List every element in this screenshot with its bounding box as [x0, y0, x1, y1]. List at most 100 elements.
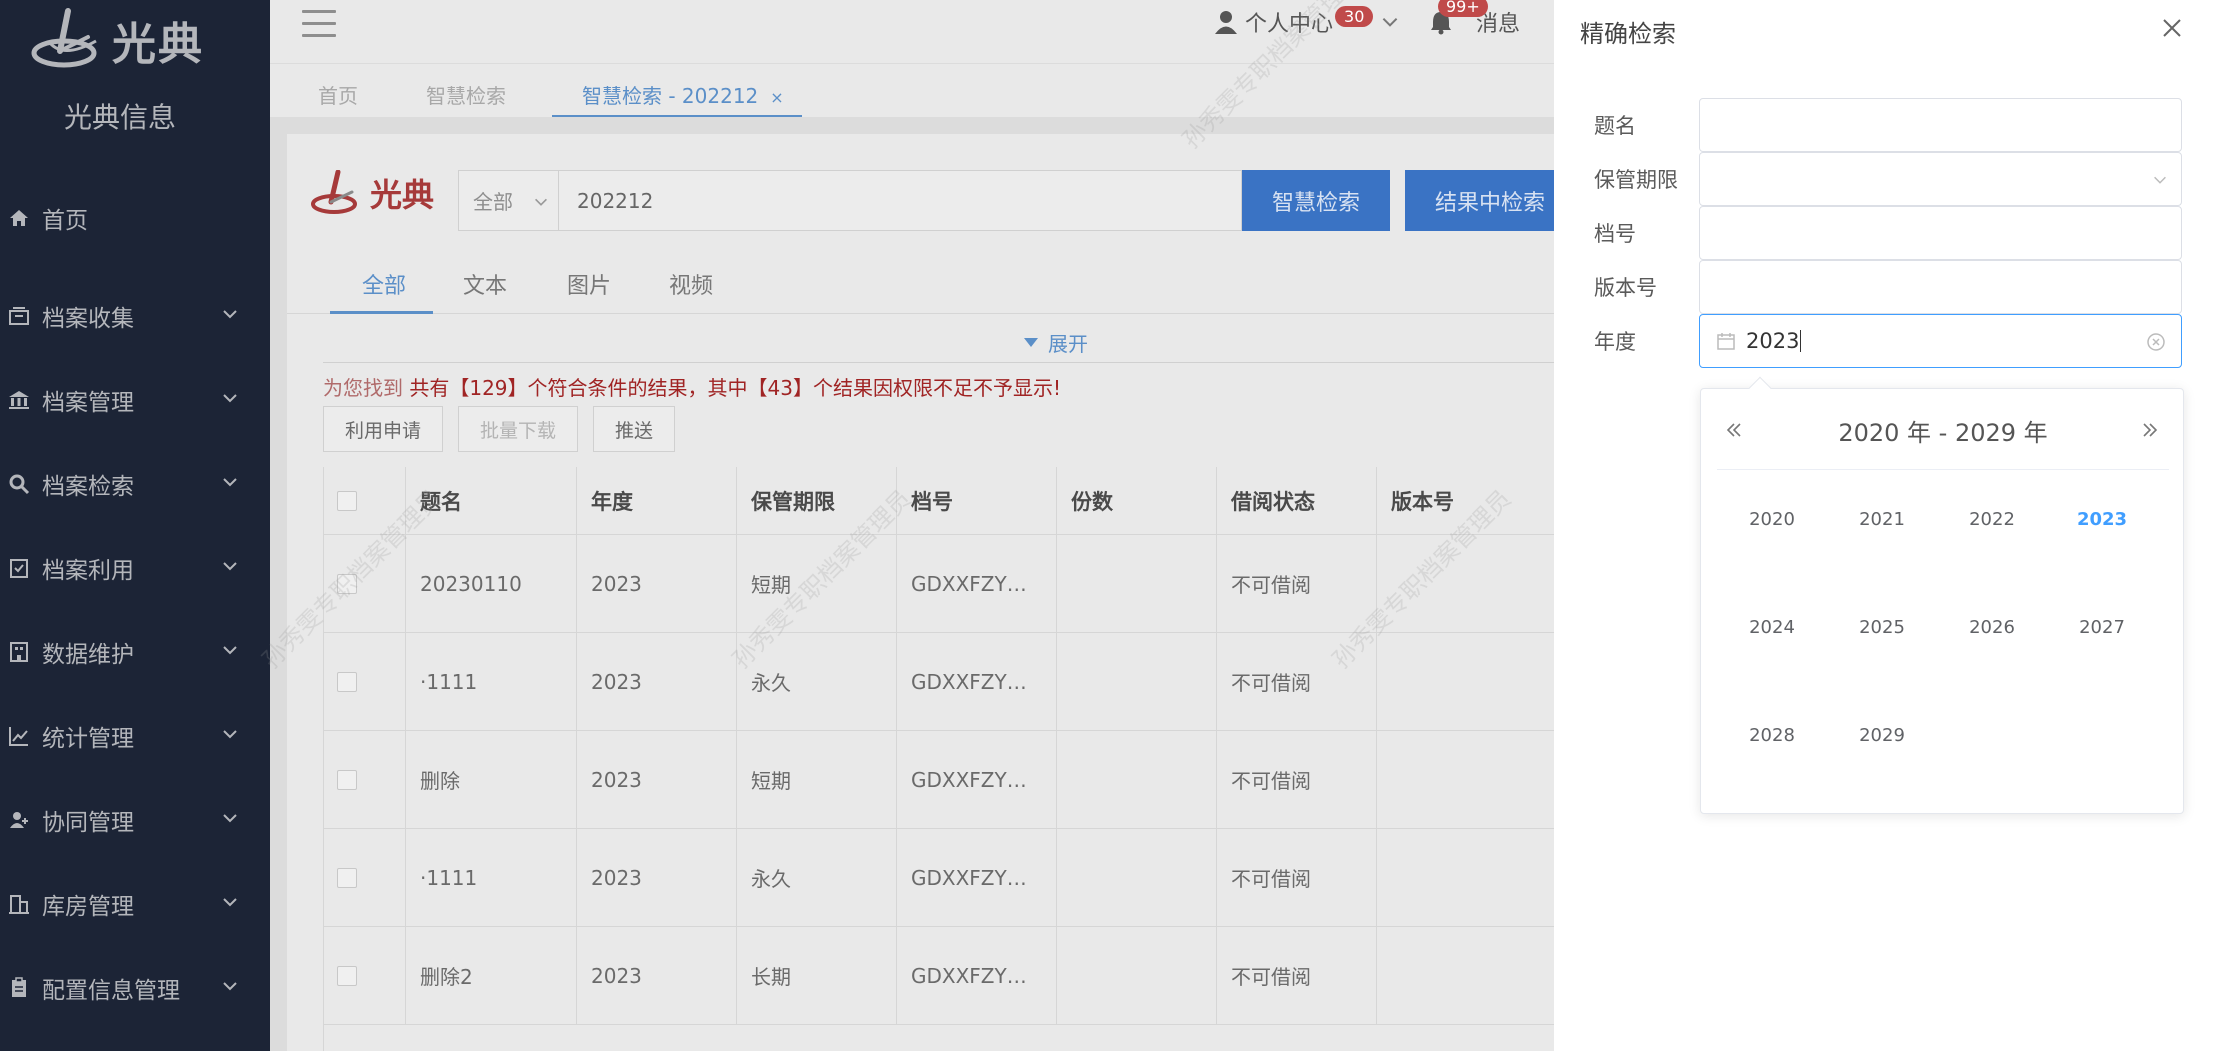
double-chevron-right-icon[interactable] [2139, 419, 2161, 441]
sidebar-item-use[interactable]: 档案利用 [0, 526, 270, 610]
column-header[interactable]: 题名 [406, 467, 577, 534]
year-cell[interactable]: 2026 [1937, 617, 2047, 638]
type-tab-video[interactable]: 视频 [669, 268, 713, 300]
row-checkbox[interactable] [337, 867, 357, 888]
column-header[interactable]: 档号 [897, 467, 1057, 534]
sidebar-item-home[interactable]: 首页 [0, 190, 270, 246]
sidebar-item-label: 数据维护 [42, 642, 134, 668]
sidebar-item-manage[interactable]: 档案管理 [0, 358, 270, 442]
search-logo-text: 光典 [370, 176, 435, 214]
year-cell[interactable]: 2020 [1717, 509, 1827, 530]
row-select-cell [323, 829, 406, 926]
year-input[interactable]: 2023 [1699, 314, 2182, 368]
title-input[interactable] [1699, 98, 2182, 152]
version-input[interactable] [1699, 260, 2182, 314]
table-row[interactable]: ·1111 2023 永久 GDXXFZY… 不可借阅 [323, 633, 1554, 731]
tab-home[interactable]: 首页 [318, 80, 358, 109]
chevron-down-icon [223, 394, 237, 403]
column-header[interactable]: 借阅状态 [1217, 467, 1377, 534]
clipboard-check-icon [6, 555, 32, 581]
column-header[interactable]: 份数 [1057, 467, 1217, 534]
sidebar-item-collab[interactable]: 协同管理 [0, 778, 270, 862]
table-cell: 不可借阅 [1217, 731, 1377, 828]
sidebar-item-data[interactable]: 数据维护 [0, 610, 270, 694]
year-cell[interactable]: 2027 [2047, 617, 2157, 638]
field-label: 题名 [1594, 114, 1636, 138]
row-checkbox[interactable] [337, 573, 357, 594]
row-checkbox[interactable] [337, 671, 357, 692]
select-all-checkbox[interactable] [337, 490, 357, 511]
year-cell[interactable]: 2024 [1717, 617, 1827, 638]
year-cell[interactable]: 2023 [2047, 509, 2157, 530]
tab-smart-search[interactable]: 智慧检索 [426, 80, 506, 109]
push-button[interactable]: 推送 [593, 406, 675, 452]
year-cell[interactable]: 2028 [1717, 725, 1827, 746]
row-checkbox[interactable] [337, 769, 357, 790]
column-header[interactable]: 保管期限 [737, 467, 897, 534]
result-summary: 为您找到 共有【129】个符合条件的结果，其中【43】个结果因权限不足不予显示! [323, 372, 1061, 401]
chevron-down-icon [223, 898, 237, 907]
tab-smart-search-202212[interactable]: 智慧检索 - 202212 × [582, 80, 784, 109]
search-icon [6, 471, 32, 497]
year-input-value: 2023 [1746, 329, 1800, 353]
apply-use-button[interactable]: 利用申请 [323, 406, 443, 452]
type-tab-image[interactable]: 图片 [567, 268, 611, 300]
caret-down-icon [1024, 338, 1038, 347]
expand-toggle[interactable]: 展开 [1024, 328, 1088, 357]
logo-mark-icon [311, 170, 357, 214]
sidebar-item-search[interactable]: 档案检索 [0, 442, 270, 526]
chevron-down-icon [2154, 176, 2166, 184]
form-row-archive-no: 档号 [1594, 206, 2182, 260]
result-summary-prefix: 为您找到 [323, 376, 410, 400]
messages[interactable]: 99+ 消息 [1428, 0, 1520, 38]
search-in-results-button[interactable]: 结果中检索 [1405, 170, 1575, 231]
scope-select[interactable]: 全部 [459, 171, 559, 230]
calendar-icon [1717, 333, 1735, 350]
table-cell [1057, 927, 1217, 1024]
table-cell: GDXXFZY… [897, 829, 1057, 926]
tab-close-icon[interactable]: × [770, 88, 783, 107]
sidebar: 光典 光典信息 首页 档案收集 档案管理 档案检索 档案利用 数据维护 统计管理… [0, 0, 270, 1051]
table-cell [1377, 927, 1554, 1024]
field-label: 档号 [1594, 222, 1636, 246]
column-header[interactable]: 版本号 [1377, 467, 1554, 534]
row-checkbox[interactable] [337, 965, 357, 986]
table-cell: 短期 [737, 731, 897, 828]
year-cell[interactable]: 2029 [1827, 725, 1937, 746]
table-row[interactable]: 20230110 2023 短期 GDXXFZY… 不可借阅 [323, 535, 1554, 633]
sidebar-item-collect[interactable]: 档案收集 [0, 274, 270, 358]
brand-name: 光典信息 [63, 101, 176, 134]
clear-icon[interactable] [2145, 331, 2167, 353]
type-tab-text[interactable]: 文本 [463, 268, 507, 300]
table-cell: 2023 [577, 535, 737, 632]
sidebar-item-warehouse[interactable]: 库房管理 [0, 862, 270, 946]
clipboard-icon [6, 975, 32, 1001]
search-input[interactable] [559, 171, 1241, 230]
column-header[interactable]: 年度 [577, 467, 737, 534]
table-row[interactable]: 删除 2023 短期 GDXXFZY… 不可借阅 [323, 731, 1554, 829]
user-center[interactable]: 个人中心 30 [1213, 5, 1401, 38]
year-cell[interactable]: 2025 [1827, 617, 1937, 638]
picker-divider [1717, 469, 2169, 470]
batch-download-button[interactable]: 批量下载 [458, 406, 578, 452]
smart-search-button[interactable]: 智慧检索 [1242, 170, 1390, 231]
sidebar-item-config[interactable]: 配置信息管理 [0, 946, 270, 1030]
logo-text: 光典 [112, 19, 204, 70]
retention-select[interactable] [1699, 152, 2182, 206]
table-row[interactable]: 删除2 2023 长期 GDXXFZY… 不可借阅 [323, 927, 1554, 1025]
type-tab-all[interactable]: 全部 [362, 268, 406, 300]
sidebar-item-stats[interactable]: 统计管理 [0, 694, 270, 778]
year-cell[interactable]: 2022 [1937, 509, 2047, 530]
expand-label: 展开 [1048, 332, 1088, 356]
close-icon[interactable] [2160, 16, 2184, 40]
year-cell[interactable]: 2021 [1827, 509, 1937, 530]
table-row[interactable]: ·1111 2023 永久 GDXXFZY… 不可借阅 [323, 829, 1554, 927]
type-tabs-divider [287, 313, 1554, 314]
archive-number-input[interactable] [1699, 206, 2182, 260]
table-cell [1057, 829, 1217, 926]
user-group-icon [6, 807, 32, 833]
hamburger-menu-icon[interactable] [302, 10, 336, 38]
sidebar-item-label: 统计管理 [42, 726, 134, 752]
table-cell: 永久 [737, 829, 897, 926]
text-caret [1800, 330, 1802, 352]
